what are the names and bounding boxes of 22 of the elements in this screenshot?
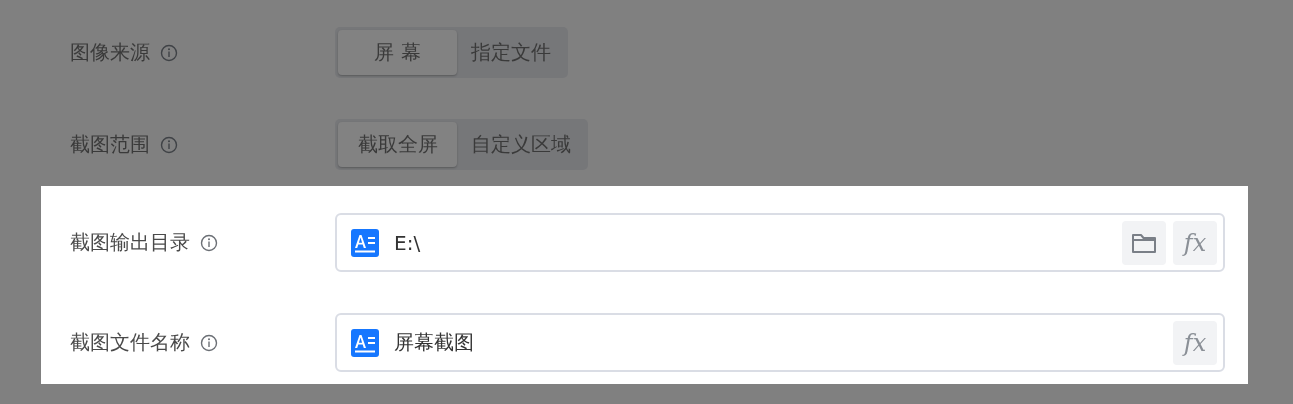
segment-option[interactable]: 指定文件 (457, 30, 565, 75)
input-value: E:\ (394, 230, 422, 255)
input-value: 屏幕截图 (394, 329, 475, 356)
info-icon[interactable] (200, 233, 218, 252)
segment-option[interactable]: 自定义区域 (457, 122, 585, 167)
segment-option[interactable]: 屏 幕 (338, 30, 457, 75)
info-icon[interactable] (160, 135, 178, 154)
folder-icon (1131, 231, 1157, 254)
field-label: 截图范围 (70, 131, 150, 158)
field-label: 截图文件名称 (70, 329, 190, 356)
segment-option[interactable]: 截取全屏 (338, 122, 457, 167)
folder-button[interactable] (1122, 220, 1166, 265)
info-icon[interactable] (160, 43, 178, 62)
field-label: 图像来源 (70, 39, 150, 66)
input-field[interactable]: E:\ fx (335, 213, 1225, 272)
field-label: 截图输出目录 (70, 229, 190, 256)
text-type-icon (351, 328, 379, 357)
formula-button[interactable]: fx (1173, 320, 1217, 365)
input-field[interactable]: 屏幕截图 fx (335, 313, 1225, 372)
info-icon[interactable] (200, 333, 218, 352)
text-type-icon (351, 228, 379, 257)
formula-button[interactable]: fx (1173, 220, 1217, 265)
